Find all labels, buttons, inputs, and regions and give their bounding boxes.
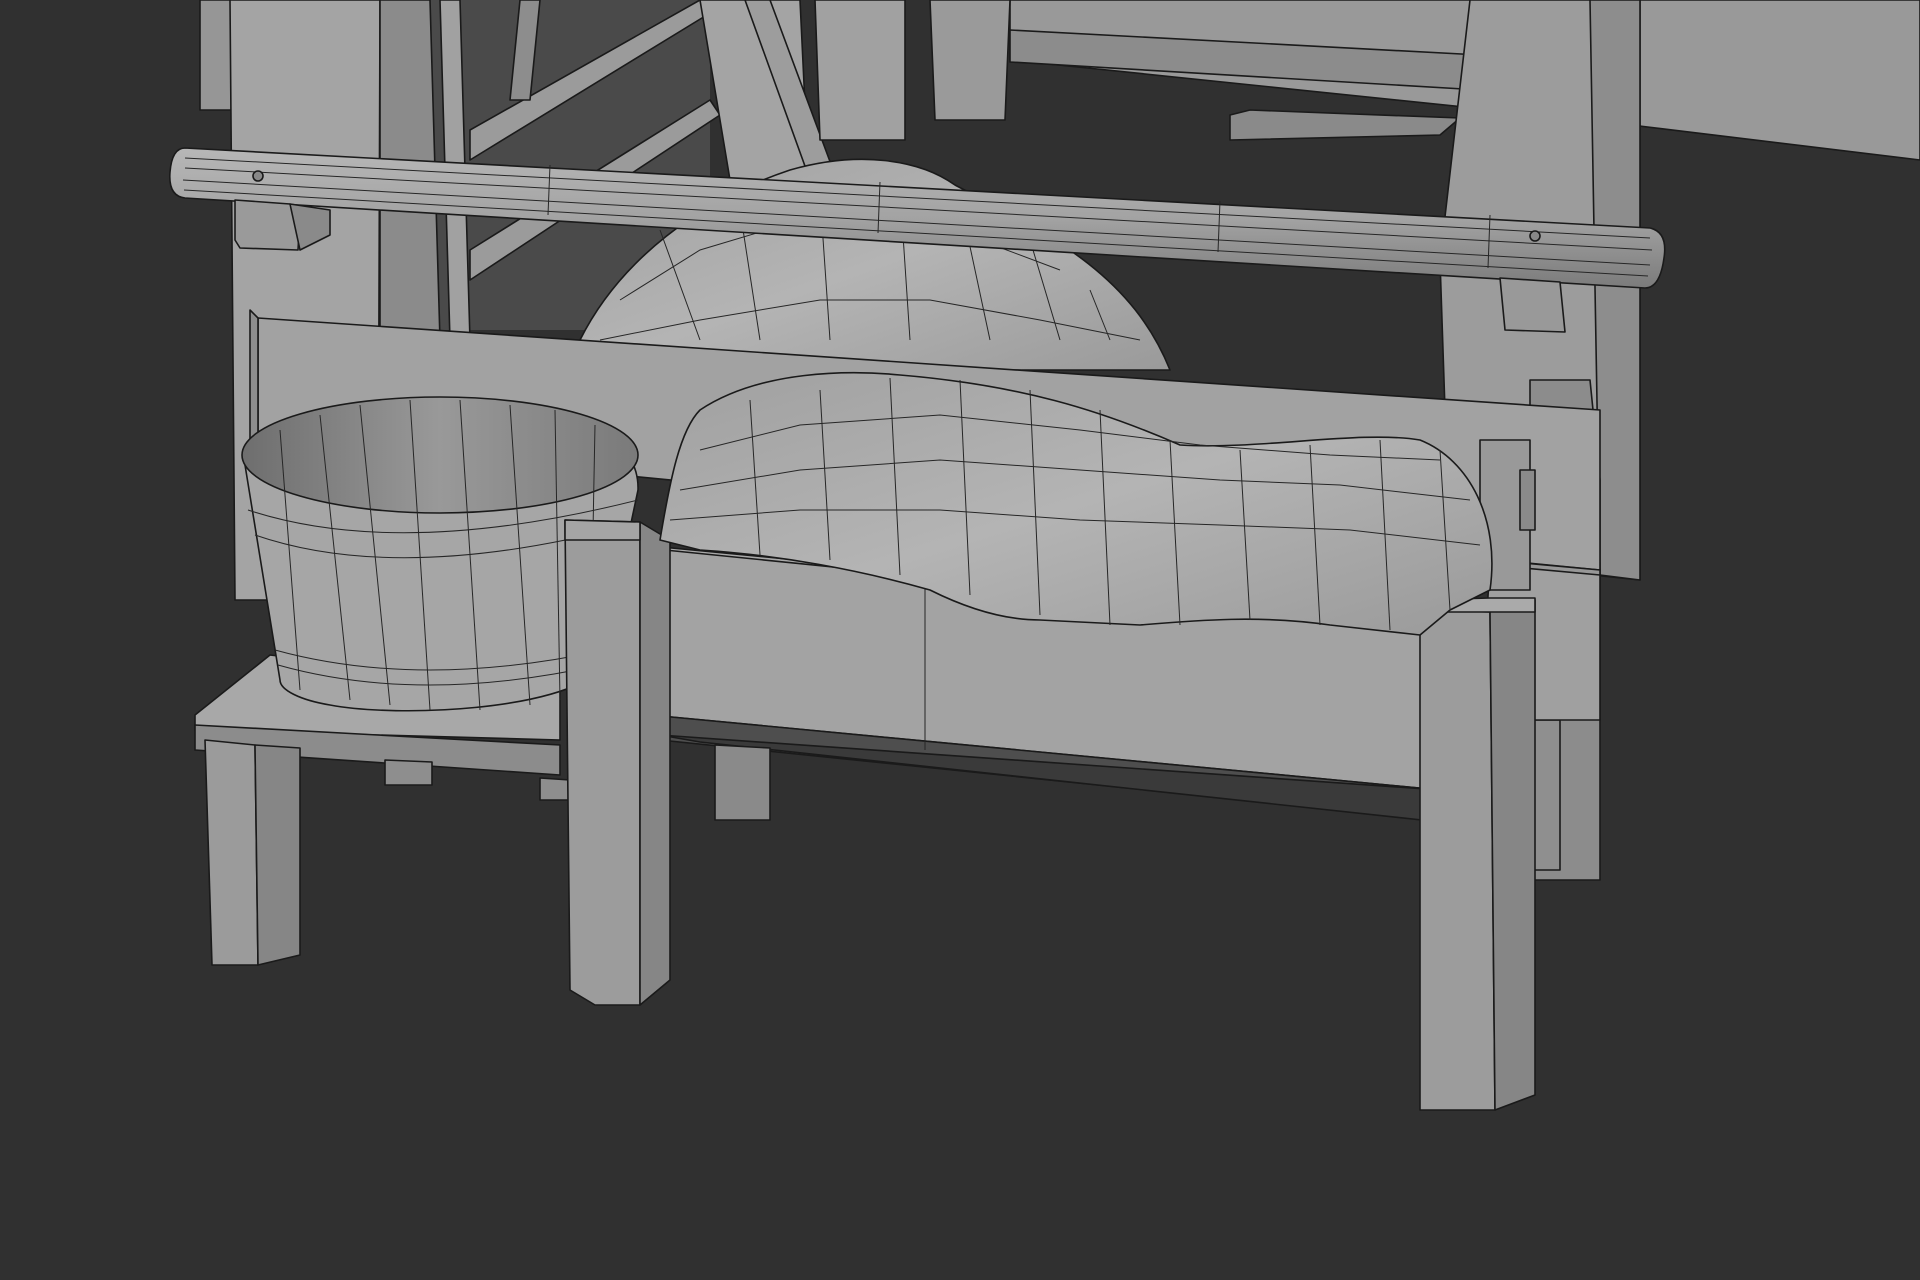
background-wall xyxy=(929,0,1920,161)
viewport-canvas[interactable] xyxy=(0,0,1920,1280)
3d-viewport[interactable] xyxy=(0,0,1920,1280)
